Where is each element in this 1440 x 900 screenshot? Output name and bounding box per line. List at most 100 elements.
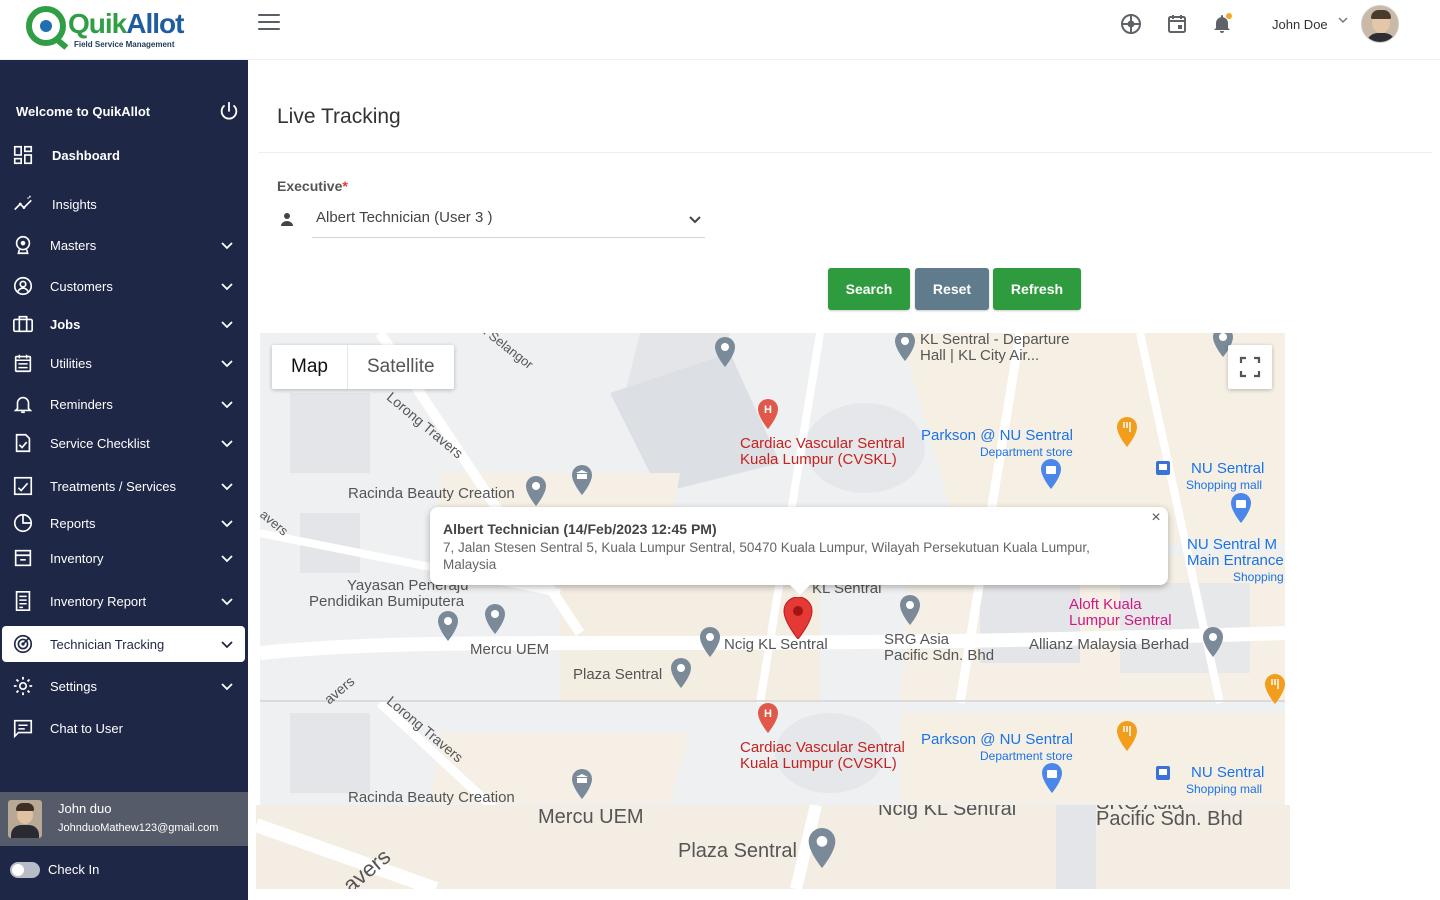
chevron-down-icon	[221, 401, 233, 409]
sidebar-item-jobs[interactable]: Jobs	[0, 306, 248, 342]
bank-pin-icon[interactable]	[570, 465, 594, 495]
hamburger-menu-icon[interactable]	[258, 14, 280, 32]
shopping-pin-icon[interactable]	[1040, 763, 1064, 793]
sidebar-item-reminders[interactable]: Reminders	[0, 386, 248, 422]
calendar-icon[interactable]	[1165, 12, 1189, 36]
map-pin-icon[interactable]	[698, 627, 722, 657]
power-icon[interactable]	[218, 100, 240, 122]
tracking-icon	[13, 634, 33, 654]
shopping-pin-icon[interactable]	[1229, 493, 1253, 523]
shopping-pin-icon[interactable]	[1039, 459, 1063, 489]
sidebar-item-label: Customers	[50, 278, 113, 294]
utilities-icon	[14, 354, 32, 373]
globe-icon[interactable]	[1119, 12, 1143, 36]
sidebar-item-inventory[interactable]: Inventory	[0, 540, 248, 576]
sidebar-item-label: Insights	[52, 196, 97, 212]
sidebar-item-label: Reports	[50, 515, 96, 531]
hospital-pin-icon[interactable]: H	[756, 703, 780, 733]
map-label: NU Sentral M Main Entrance Shopping	[1187, 536, 1284, 585]
map-pin-icon[interactable]	[806, 827, 838, 869]
fullscreen-button[interactable]	[1228, 345, 1272, 389]
info-window-address: 7, Jalan Stesen Sentral 5, Kuala Lumpur …	[443, 540, 1090, 572]
sidebar-item-technician-tracking[interactable]: Technician Tracking	[2, 626, 245, 662]
sidebar-item-reports[interactable]: Reports	[0, 505, 248, 541]
sidebar-item-dashboard[interactable]: Dashboard	[0, 137, 248, 173]
sidebar-user-avatar	[8, 800, 42, 838]
inventory-icon	[14, 549, 32, 567]
welcome-text: Welcome to QuikAllot	[16, 104, 151, 119]
search-button[interactable]: Search	[828, 268, 910, 310]
sidebar-item-label: Masters	[50, 237, 97, 253]
map-label: Parkson @ NU Sentral Department store	[921, 427, 1073, 460]
refresh-button[interactable]: Refresh	[993, 268, 1081, 310]
treatments-icon	[13, 476, 33, 496]
check-in-toggle[interactable]	[10, 862, 40, 878]
masters-icon	[15, 235, 31, 255]
map-pin-icon[interactable]	[436, 611, 460, 641]
chevron-down-icon	[221, 360, 233, 368]
sidebar-item-label: Treatments / Services	[50, 478, 176, 494]
map-label: Plaza Sentral	[678, 840, 797, 862]
tab-satellite[interactable]: Satellite	[346, 345, 454, 389]
hospital-pin-icon[interactable]: H	[756, 399, 780, 429]
map-label: SRG AsiaPacific Sdn. Bhd	[1096, 805, 1243, 830]
restaurant-pin-icon[interactable]	[1115, 721, 1139, 751]
map-label: Mercu UEM	[470, 641, 550, 658]
title-divider	[258, 152, 1432, 153]
chevron-down-icon	[221, 520, 233, 528]
bank-pin-icon[interactable]	[570, 769, 594, 799]
close-icon[interactable]: ×	[1148, 509, 1164, 526]
header-avatar[interactable]	[1361, 5, 1399, 43]
tab-map[interactable]: Map	[272, 345, 347, 389]
sidebar-item-service-checklist[interactable]: Service Checklist	[0, 425, 248, 461]
dashboard-icon	[13, 145, 33, 165]
restaurant-pin-icon[interactable]	[1115, 417, 1139, 447]
sidebar-item-utilities[interactable]: Utilities	[0, 345, 248, 381]
fullscreen-icon	[1239, 356, 1261, 378]
checklist-icon	[15, 433, 31, 453]
map-type-control: Map Satellite	[272, 345, 454, 389]
logo-q-mark	[26, 6, 66, 46]
sidebar-item-label: Technician Tracking	[50, 636, 165, 652]
chevron-down-icon	[221, 555, 233, 563]
sidebar-item-customers[interactable]: Customers	[0, 268, 248, 304]
executive-label: Executive*	[277, 178, 348, 194]
map-pin-icon[interactable]	[713, 337, 737, 367]
technician-location-pin-icon[interactable]	[783, 597, 813, 639]
sidebar-item-settings[interactable]: Settings	[0, 668, 248, 704]
map-label: NU Sentral Shopping mall	[1186, 764, 1265, 797]
person-icon	[281, 213, 293, 226]
map-label: NU Sentral Shopping mall	[1186, 460, 1265, 493]
sidebar-item-insights[interactable]: Insights	[0, 186, 248, 222]
restaurant-pin-icon[interactable]	[1263, 674, 1285, 704]
sidebar-item-masters[interactable]: Masters	[0, 227, 248, 263]
map-label: Parkson @ NU Sentral Department store	[921, 731, 1073, 764]
map-pin-icon[interactable]	[483, 604, 507, 634]
customers-icon	[13, 276, 33, 296]
executive-select-value: Albert Technician (User 3 )	[316, 209, 493, 226]
reset-button[interactable]: Reset	[915, 268, 989, 310]
sidebar-item-treatments-services[interactable]: Treatments / Services	[0, 468, 248, 504]
sidebar-item-chat-to-user[interactable]: Chat to User	[0, 710, 248, 746]
bell-icon	[13, 396, 33, 414]
map-pin-icon[interactable]	[524, 476, 548, 506]
map-pin-icon[interactable]	[898, 595, 922, 625]
executive-select[interactable]: Albert Technician (User 3 )	[312, 200, 705, 238]
quikallot-logo[interactable]: QuikAllot Field Service Management	[26, 6, 186, 52]
sidebar-item-label: Service Checklist	[50, 435, 150, 451]
sidebar-user-card[interactable]: John duo JohnduoMathew123@gmail.com	[0, 792, 248, 846]
map-label: Ncig KL Sentral	[724, 636, 828, 653]
transit-icon	[1156, 766, 1170, 780]
map-pin-icon[interactable]	[1201, 627, 1225, 657]
inventory-report-icon	[15, 591, 31, 611]
sidebar-item-inventory-report[interactable]: Inventory Report	[0, 583, 248, 619]
map-pin-icon[interactable]	[669, 658, 693, 688]
chevron-down-icon	[689, 216, 701, 224]
notification-bell-icon[interactable]	[1210, 12, 1234, 36]
header-user-name[interactable]: John Doe	[1272, 17, 1328, 32]
chevron-down-icon	[221, 683, 233, 691]
insights-icon	[14, 195, 32, 211]
map-pin-icon[interactable]	[893, 333, 917, 361]
user-menu-chevron-icon[interactable]	[1337, 14, 1349, 26]
svg-text:H: H	[764, 708, 772, 720]
